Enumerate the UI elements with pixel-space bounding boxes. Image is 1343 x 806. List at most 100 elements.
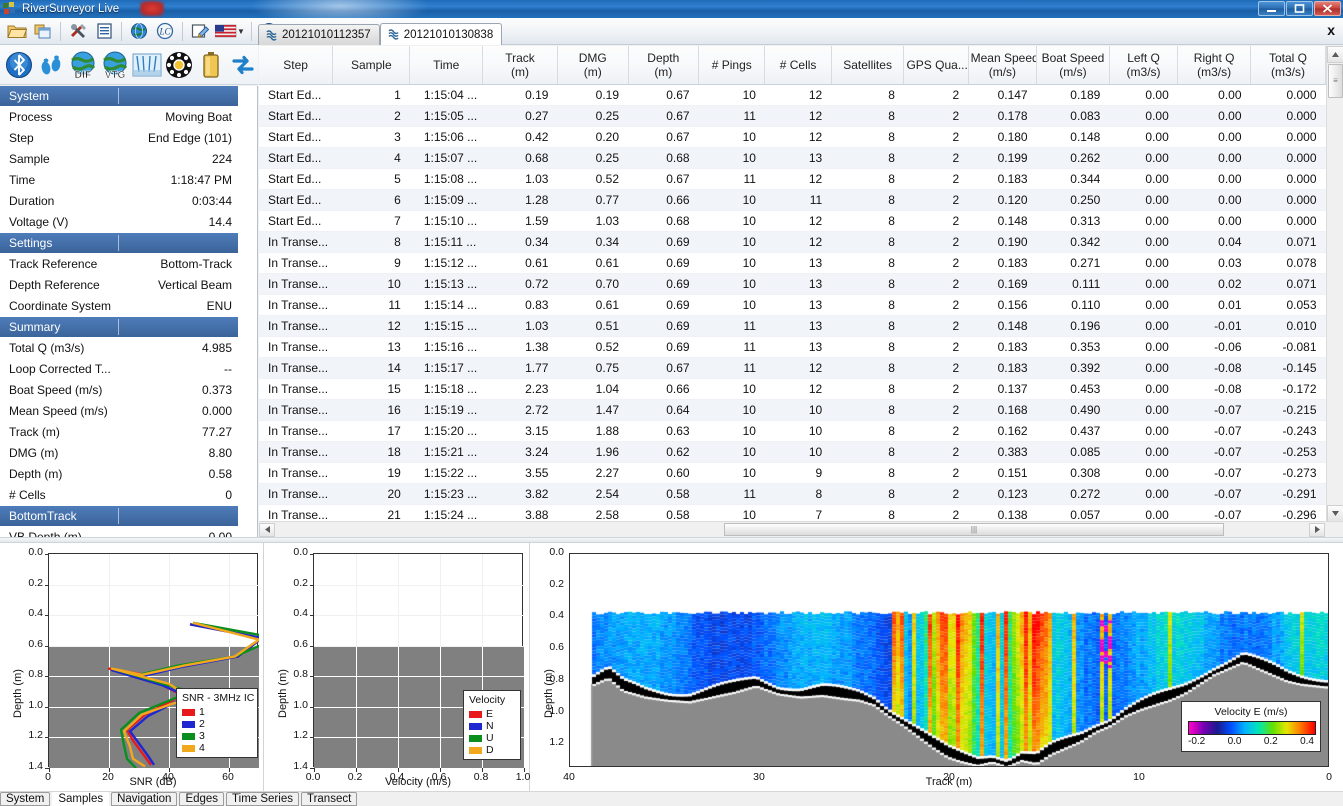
table-vertical-scrollbar[interactable]: ≡ (1326, 46, 1343, 522)
table-row[interactable]: In Transe... 18 1:15:21 ... 3.24 1.96 0.62 10 1… (259, 441, 1326, 463)
flag-language-icon[interactable] (214, 20, 238, 42)
property-group-system[interactable]: System (0, 86, 238, 107)
view-tab-system[interactable]: System (0, 791, 51, 806)
table-row[interactable]: In Transe... 13 1:15:16 ... 1.38 0.52 0.69 11 1… (259, 336, 1326, 358)
property-row[interactable]: Depth (m) 0.58 (0, 464, 238, 485)
view-tab-navigation[interactable]: Navigation (111, 791, 178, 806)
property-group-settings[interactable]: Settings (0, 233, 238, 254)
table-row[interactable]: In Transe... 11 1:15:14 ... 0.83 0.61 0.69 10 1… (259, 294, 1326, 316)
table-row[interactable]: In Transe... 9 1:15:12 ... 0.61 0.61 0.69 10 13… (259, 252, 1326, 274)
property-row[interactable]: Loop Corrected T... -- (0, 359, 238, 380)
column-header-depth[interactable]: Depth (m) (628, 46, 700, 85)
document-tab-2[interactable]: 20121010130838 (379, 23, 503, 45)
property-row[interactable]: Sample 224 (0, 149, 238, 170)
table-row[interactable]: Start Ed... 1 1:15:04 ... 0.19 0.19 0.67 10 12 8… (259, 84, 1326, 106)
tools-icon[interactable] (66, 20, 90, 42)
view-tab-transect[interactable]: Transect (300, 791, 358, 806)
beam-profile-icon[interactable] (132, 49, 162, 81)
battery-icon[interactable] (196, 49, 226, 81)
property-row[interactable]: Depth Reference Vertical Beam (0, 275, 238, 296)
column-header-track[interactable]: Track (m) (482, 46, 558, 85)
table-scroll-up-arrow[interactable] (1327, 46, 1343, 63)
column-header-boat-speed[interactable]: Boat Speed (m/s) (1036, 46, 1110, 85)
table-row[interactable]: Start Ed... 7 1:15:10 ... 1.59 1.03 0.68 10 12 8… (259, 210, 1326, 232)
table-row[interactable]: In Transe... 8 1:15:11 ... 0.34 0.34 0.69 10 12… (259, 231, 1326, 253)
table-row[interactable]: In Transe... 15 1:15:18 ... 2.23 1.04 0.66 10 1… (259, 378, 1326, 400)
column-header-satellites[interactable]: Satellites (831, 46, 905, 85)
view-tab-label: Samples (58, 792, 104, 805)
property-row[interactable]: Duration 0:03:44 (0, 191, 238, 212)
property-row[interactable]: Coordinate System ENU (0, 296, 238, 317)
property-row[interactable]: Mean Speed (m/s) 0.000 (0, 401, 238, 422)
globe-icon[interactable] (127, 20, 151, 42)
lc-icon[interactable]: LC (153, 20, 177, 42)
property-row[interactable]: Step End Edge (101) (0, 128, 238, 149)
property-row[interactable]: Track (m) 77.27 (0, 422, 238, 443)
table-row[interactable]: In Transe... 19 1:15:22 ... 3.55 2.27 0.60 10 9… (259, 462, 1326, 484)
table-row[interactable]: Start Ed... 5 1:15:08 ... 1.03 0.52 0.67 11 12 8… (259, 168, 1326, 190)
table-cell: 20 (332, 483, 410, 505)
table-scroll-down-arrow[interactable] (1327, 505, 1343, 522)
property-row[interactable]: Boat Speed (m/s) 0.373 (0, 380, 238, 401)
property-group-bottomtrack[interactable]: BottomTrack (0, 506, 238, 527)
property-row[interactable]: Track Reference Bottom-Track (0, 254, 238, 275)
chevron-down-icon[interactable]: ▼ (237, 27, 245, 36)
view-tab-label: Navigation (117, 792, 172, 805)
document-tab-1[interactable]: 20121010112357 (258, 24, 380, 45)
table-row[interactable]: In Transe... 14 1:15:17 ... 1.77 0.75 0.67 11 1… (259, 357, 1326, 379)
column-header-mean-speed[interactable]: Mean Speed (m/s) (968, 46, 1038, 85)
property-row[interactable]: Total Q (m3/s) 4.985 (0, 338, 238, 359)
view-tab-samples[interactable]: Samples (52, 791, 110, 806)
table-row[interactable]: Start Ed... 3 1:15:06 ... 0.42 0.20 0.67 10 12 8… (259, 126, 1326, 148)
property-row[interactable]: VB Depth (m) 0.00 (0, 527, 238, 537)
table-row[interactable]: In Transe... 16 1:15:19 ... 2.72 1.47 0.64 10 1… (259, 399, 1326, 421)
new-file-icon[interactable] (31, 20, 55, 42)
property-row[interactable]: DMG (m) 8.80 (0, 443, 238, 464)
table-horizontal-scrollbar[interactable]: ||| (259, 521, 1343, 537)
open-folder-icon[interactable] (5, 20, 29, 42)
report-icon[interactable] (92, 20, 116, 42)
table-scroll-left-arrow[interactable] (259, 522, 275, 537)
dif-globe-icon[interactable]: DIF (68, 49, 98, 81)
table-row[interactable]: In Transe... 20 1:15:23 ... 3.82 2.54 0.58 11 8… (259, 483, 1326, 505)
view-tab-edges[interactable]: Edges (179, 791, 225, 806)
table-row[interactable]: In Transe... 17 1:15:20 ... 3.15 1.88 0.63 10 1… (259, 420, 1326, 442)
close-document-button[interactable]: x (1327, 22, 1335, 38)
view-tab-time-series[interactable]: Time Series (226, 791, 299, 806)
column-header-left-q[interactable]: Left Q (m3/s) (1109, 46, 1179, 85)
column-header-pings[interactable]: # Pings (698, 46, 766, 85)
property-value: 0.373 (201, 383, 232, 397)
column-header-right-q[interactable]: Right Q (m3/s) (1177, 46, 1252, 85)
column-header-gps-qua[interactable]: GPS Qua... (903, 46, 969, 85)
vtg-globe-icon[interactable]: VTG (100, 49, 130, 81)
table-scrollbar-thumb[interactable]: ≡ (1328, 64, 1343, 98)
column-header-step[interactable]: Step (259, 46, 334, 85)
table-cell: 0.168 (968, 399, 1037, 421)
hscrollbar-thumb[interactable]: ||| (724, 523, 1224, 536)
close-button[interactable] (1314, 1, 1341, 16)
property-row[interactable]: Time 1:18:47 PM (0, 170, 238, 191)
column-header-total-q[interactable]: Total Q (m3/s) (1250, 46, 1326, 85)
property-row[interactable]: Process Moving Boat (0, 107, 238, 128)
column-header-dmg[interactable]: DMG (m) (557, 46, 629, 85)
property-group-summary[interactable]: Summary (0, 317, 238, 338)
table-row[interactable]: In Transe... 10 1:15:13 ... 0.72 0.70 0.69 10 1… (259, 273, 1326, 295)
table-row[interactable]: Start Ed... 2 1:15:05 ... 0.27 0.25 0.67 11 12 8… (259, 105, 1326, 127)
footsteps-icon[interactable] (36, 49, 66, 81)
compass-icon[interactable] (164, 49, 194, 81)
maximize-button[interactable] (1286, 1, 1313, 16)
table-row[interactable]: Start Ed... 4 1:15:07 ... 0.68 0.25 0.68 10 13 8… (259, 147, 1326, 169)
column-header-sample[interactable]: Sample (332, 46, 411, 85)
bluetooth-icon[interactable] (4, 49, 34, 81)
refresh-icon[interactable] (228, 49, 258, 81)
column-header-time[interactable]: Time (409, 46, 484, 85)
table-row[interactable]: In Transe... 12 1:15:15 ... 1.03 0.51 0.69 11 1… (259, 315, 1326, 337)
property-row[interactable]: # Cells 0 (0, 485, 238, 506)
minimize-button[interactable] (1258, 1, 1285, 16)
column-header-cells[interactable]: # Cells (764, 46, 832, 85)
edit-note-icon[interactable] (188, 20, 212, 42)
property-row[interactable]: Voltage (V) 14.4 (0, 212, 238, 233)
axis-tick-label: 0.0 (28, 546, 43, 558)
table-scroll-right-arrow[interactable] (1309, 522, 1325, 537)
table-row[interactable]: Start Ed... 6 1:15:09 ... 1.28 0.77 0.66 10 11 8… (259, 189, 1326, 211)
